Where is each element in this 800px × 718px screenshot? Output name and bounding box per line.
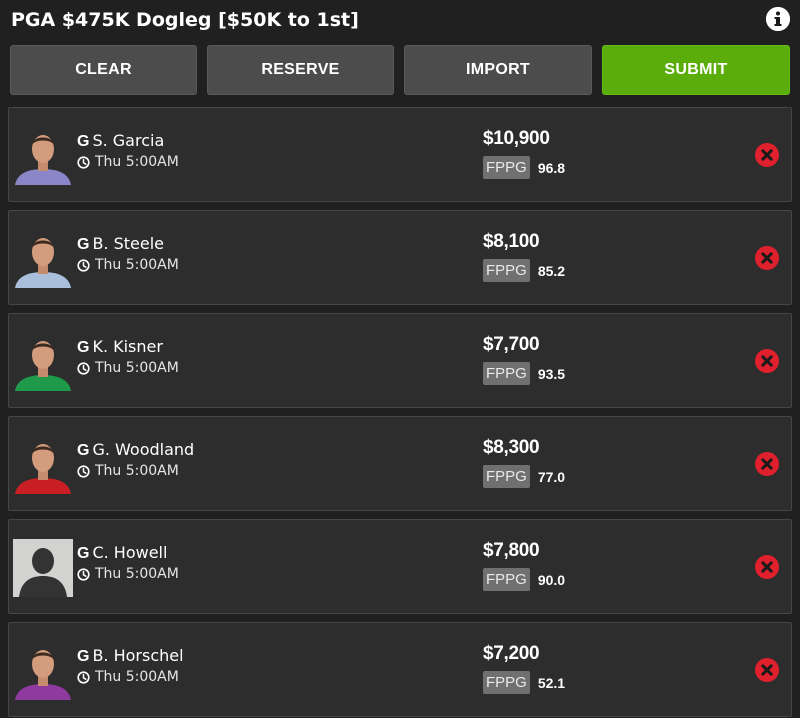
player-headshot (13, 127, 73, 185)
player-position: G (77, 133, 90, 150)
player-info: G K. Kisner Thu 5:00AM (77, 337, 179, 376)
fppg-value: 90.0 (537, 571, 566, 588)
clear-button[interactable]: CLEAR (10, 45, 197, 95)
player-position: G (77, 648, 90, 665)
fppg-value: 77.0 (537, 468, 566, 485)
player-info: G B. Horschel Thu 5:00AM (77, 646, 184, 685)
game-time: Thu 5:00AM (95, 360, 179, 376)
contest-title: PGA $475K Dogleg [$50K to 1st] (11, 9, 359, 31)
player-position: G (77, 442, 90, 459)
remove-player-icon[interactable] (755, 555, 779, 579)
fppg-value: 52.1 (537, 674, 566, 691)
fppg-label: FPPG (483, 465, 530, 488)
remove-player-icon[interactable] (755, 452, 779, 476)
fppg-label: FPPG (483, 671, 530, 694)
player-row[interactable]: G K. Kisner Thu 5:00AM $7,700 FPPG 93.5 (8, 313, 792, 408)
lineup-toolbar: CLEAR RESERVE IMPORT SUBMIT (0, 45, 800, 95)
fppg-value: 85.2 (537, 262, 566, 279)
fppg-label: FPPG (483, 362, 530, 385)
fppg-stat: FPPG 93.5 (483, 362, 565, 385)
player-headshot (13, 436, 73, 494)
player-info: G G. Woodland Thu 5:00AM (77, 440, 194, 479)
import-button[interactable]: IMPORT (404, 45, 592, 95)
player-salary: $8,100 (483, 231, 540, 252)
remove-player-icon[interactable] (755, 246, 779, 270)
fppg-value: 96.8 (537, 159, 566, 176)
player-salary: $7,200 (483, 643, 540, 664)
player-row[interactable]: G S. Garcia Thu 5:00AM $10,900 FPPG 96.8 (8, 107, 792, 202)
game-time: Thu 5:00AM (95, 669, 179, 685)
player-name[interactable]: K. Kisner (92, 337, 163, 356)
info-icon[interactable] (766, 7, 790, 31)
player-name[interactable]: C. Howell (92, 543, 167, 562)
player-info: G C. Howell Thu 5:00AM (77, 543, 179, 582)
clock-icon (77, 464, 90, 478)
clock-icon (77, 361, 90, 375)
header-bar: PGA $475K Dogleg [$50K to 1st] (0, 0, 800, 42)
submit-button[interactable]: SUBMIT (602, 45, 790, 95)
player-headshot (13, 230, 73, 288)
remove-player-icon[interactable] (755, 143, 779, 167)
player-name[interactable]: B. Steele (92, 234, 164, 253)
player-headshot (13, 642, 73, 700)
clock-icon (77, 670, 90, 684)
player-name[interactable]: G. Woodland (92, 440, 194, 459)
fppg-value: 93.5 (537, 365, 566, 382)
game-time: Thu 5:00AM (95, 154, 179, 170)
game-time: Thu 5:00AM (95, 566, 179, 582)
player-salary: $8,300 (483, 437, 540, 458)
player-info: G B. Steele Thu 5:00AM (77, 234, 179, 273)
clock-icon (77, 567, 90, 581)
fppg-stat: FPPG 52.1 (483, 671, 565, 694)
player-row[interactable]: G B. Horschel Thu 5:00AM $7,200 FPPG 52.1 (8, 622, 792, 717)
reserve-button[interactable]: RESERVE (207, 45, 394, 95)
fppg-stat: FPPG 85.2 (483, 259, 565, 282)
remove-player-icon[interactable] (755, 349, 779, 373)
player-salary: $7,700 (483, 334, 540, 355)
player-row[interactable]: G B. Steele Thu 5:00AM $8,100 FPPG 85.2 (8, 210, 792, 305)
fppg-label: FPPG (483, 156, 530, 179)
player-salary: $10,900 (483, 128, 550, 149)
fppg-stat: FPPG 77.0 (483, 465, 565, 488)
player-headshot (13, 333, 73, 391)
player-name[interactable]: B. Horschel (92, 646, 183, 665)
game-time: Thu 5:00AM (95, 257, 179, 273)
player-position: G (77, 545, 90, 562)
player-salary: $7,800 (483, 540, 540, 561)
player-row[interactable]: G G. Woodland Thu 5:00AM $8,300 FPPG 77.0 (8, 416, 792, 511)
fppg-label: FPPG (483, 568, 530, 591)
fppg-label: FPPG (483, 259, 530, 282)
player-row[interactable]: G C. Howell Thu 5:00AM $7,800 FPPG 90.0 (8, 519, 792, 614)
game-time: Thu 5:00AM (95, 463, 179, 479)
fppg-stat: FPPG 96.8 (483, 156, 565, 179)
player-name[interactable]: S. Garcia (92, 131, 164, 150)
player-position: G (77, 236, 90, 253)
player-position: G (77, 339, 90, 356)
player-info: G S. Garcia Thu 5:00AM (77, 131, 179, 170)
remove-player-icon[interactable] (755, 658, 779, 682)
player-headshot (13, 539, 73, 597)
clock-icon (77, 155, 90, 169)
fppg-stat: FPPG 90.0 (483, 568, 565, 591)
clock-icon (77, 258, 90, 272)
